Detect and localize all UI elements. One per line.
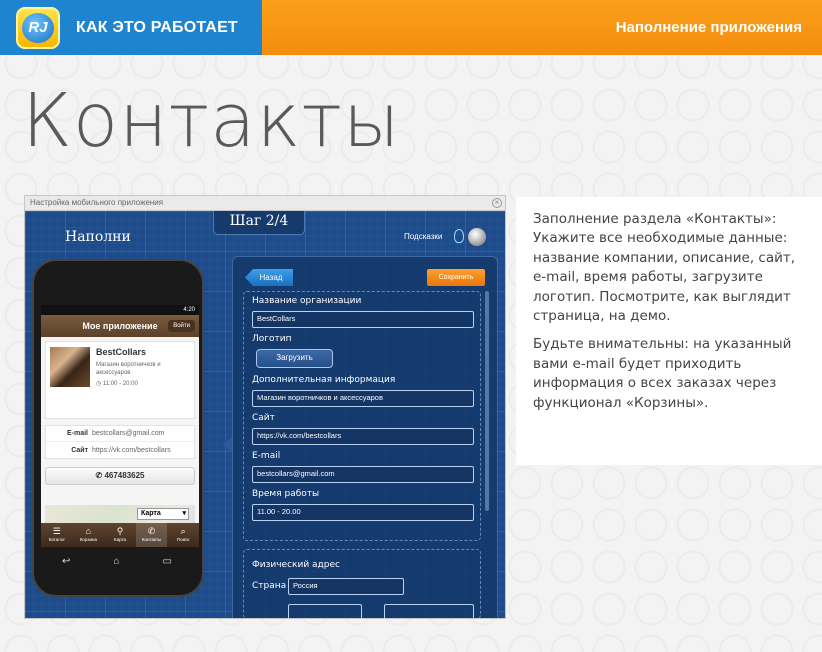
tab-catalog[interactable]: ☰ Каталог	[41, 523, 73, 547]
contact-row-site[interactable]: Сайт https://vk.com/bestcollars	[46, 442, 194, 458]
region-input[interactable]	[288, 604, 362, 618]
country-input[interactable]: Россия	[288, 578, 404, 595]
tab-search[interactable]: ⌕ Поиск	[167, 523, 199, 547]
close-icon[interactable]: ×	[492, 198, 502, 208]
tab-label: Каталог	[48, 537, 65, 542]
email-input[interactable]: bestcollars@gmail.com	[252, 466, 474, 483]
org-name-label: Название организации	[252, 296, 362, 306]
company-description: Магазин воротничков и аксессуаров	[96, 362, 161, 376]
phone-preview: 4:20 Мое приложение Войти BestCollars Ма…	[32, 259, 204, 597]
back-button[interactable]: Назад	[245, 269, 293, 286]
logo-label: Логотип	[252, 334, 292, 344]
contact-label: E-mail	[66, 430, 88, 437]
app-title: Мое приложение	[82, 321, 158, 331]
call-button[interactable]: ✆ 467483625	[45, 467, 195, 485]
hints-label: Подсказки	[404, 232, 443, 241]
tab-label: Поиск	[176, 537, 190, 542]
page-title: Контакты	[22, 78, 401, 164]
contact-value: bestcollars@gmail.com	[92, 430, 165, 437]
logo[interactable]: RJ	[16, 6, 60, 49]
email-label: E-mail	[252, 451, 281, 461]
window-title: Настройка мобильного приложения	[30, 198, 164, 207]
window-titlebar: Настройка мобильного приложения ×	[25, 196, 505, 211]
company-name: BestCollars	[96, 347, 147, 357]
company-logo	[50, 347, 90, 387]
company-hours: ◷ 11:00 - 20:00	[96, 381, 138, 387]
phone-screen: 4:20 Мое приложение Войти BestCollars Ма…	[41, 305, 199, 547]
org-name-input[interactable]: BestCollars	[252, 311, 474, 328]
status-time: 4:20	[183, 307, 195, 313]
contact-list: E-mail bestcollars@gmail.com Сайт https:…	[45, 425, 195, 459]
lightbulb-icon[interactable]	[454, 229, 464, 243]
form-scrollbar[interactable]	[485, 291, 489, 511]
builder-title: Наполни	[65, 229, 131, 245]
hours-input[interactable]: 11.00 - 20.00	[252, 504, 474, 521]
map-pin-icon: ⚲	[116, 526, 124, 536]
phone-status-bar: 4:20	[41, 305, 199, 315]
menu-icon: ☰	[52, 526, 61, 536]
back-nav-icon[interactable]: ↩	[62, 556, 70, 567]
app-header: Мое приложение Войти	[41, 315, 199, 337]
basket-icon: ⌂	[85, 526, 92, 536]
description-paragraph: Будьте внимательны: на указанный вами e-…	[533, 336, 792, 411]
hours-label: Время работы	[252, 489, 320, 499]
address-label: Физический адрес	[252, 560, 340, 570]
logo-text: RJ	[22, 12, 54, 43]
extra-info-input[interactable]: Магазин воротничков и аксессуаров	[252, 390, 474, 407]
phone-nav-bar: ↩ ⌂ ▭	[62, 556, 172, 567]
upload-button[interactable]: Загрузить	[256, 349, 333, 368]
login-button[interactable]: Войти	[168, 320, 195, 332]
city-input[interactable]	[384, 604, 474, 618]
search-icon: ⌕	[180, 526, 186, 536]
map-select[interactable]: Карта ▾	[137, 508, 189, 520]
site-input[interactable]: https://vk.com/bestcollars	[252, 428, 474, 445]
tab-contacts[interactable]: ✆ Контакты	[135, 523, 168, 547]
top-bar: RJ КАК ЭТО РАБОТАЕТ Наполнение приложени…	[0, 0, 822, 55]
save-button[interactable]: Сохранить	[427, 269, 485, 286]
contact-label: Сайт	[71, 446, 88, 454]
tab-label: Контакты	[141, 537, 162, 542]
description-box: Заполнение раздела «Контакты»: Укажите в…	[516, 197, 822, 465]
section-title: КАК ЭТО РАБОТАЕТ	[76, 18, 238, 36]
map-select-value: Карта	[141, 510, 161, 517]
phone-icon: ✆	[147, 526, 156, 536]
contact-value: https://vk.com/bestcollars	[92, 446, 171, 454]
country-label: Страна	[252, 581, 287, 591]
description-paragraph: Заполнение раздела «Контакты»: Укажите в…	[533, 211, 796, 325]
form-panel: Назад Сохранить Название организации Bes…	[232, 256, 498, 618]
top-bar-left: RJ КАК ЭТО РАБОТАЕТ	[0, 0, 262, 55]
tab-cart[interactable]: ⌂ Корзина	[73, 523, 105, 547]
step-indicator: Шаг 2/4	[213, 211, 305, 235]
builder-area: Шаг 2/4 Наполни Подсказки 4:20 Мое прило…	[25, 211, 505, 618]
tab-label: Корзина	[79, 537, 97, 542]
app-tab-bar: ☰ Каталог ⌂ Корзина ⚲ Карта ✆ Контакты ⌕…	[41, 523, 199, 547]
company-card: BestCollars Магазин воротничков и аксесс…	[45, 341, 195, 419]
hints-toggle-icon[interactable]	[468, 228, 486, 246]
address-section: Физический адрес Страна Россия	[243, 549, 481, 618]
tab-label: Карта	[113, 537, 126, 542]
extra-info-label: Дополнительная информация	[252, 375, 396, 385]
recent-apps-icon[interactable]: ▭	[163, 556, 172, 567]
site-label: Сайт	[252, 413, 275, 423]
screenshot-window: Настройка мобильного приложения × Шаг 2/…	[24, 195, 506, 619]
tab-map[interactable]: ⚲ Карта	[104, 523, 136, 547]
home-nav-icon[interactable]: ⌂	[113, 556, 119, 567]
contacts-form: Название организации BestCollars Логотип…	[243, 291, 481, 541]
contact-row-email[interactable]: E-mail bestcollars@gmail.com	[46, 426, 194, 442]
chevron-down-icon: ▾	[182, 510, 186, 517]
page-subtitle: Наполнение приложения	[262, 0, 822, 55]
